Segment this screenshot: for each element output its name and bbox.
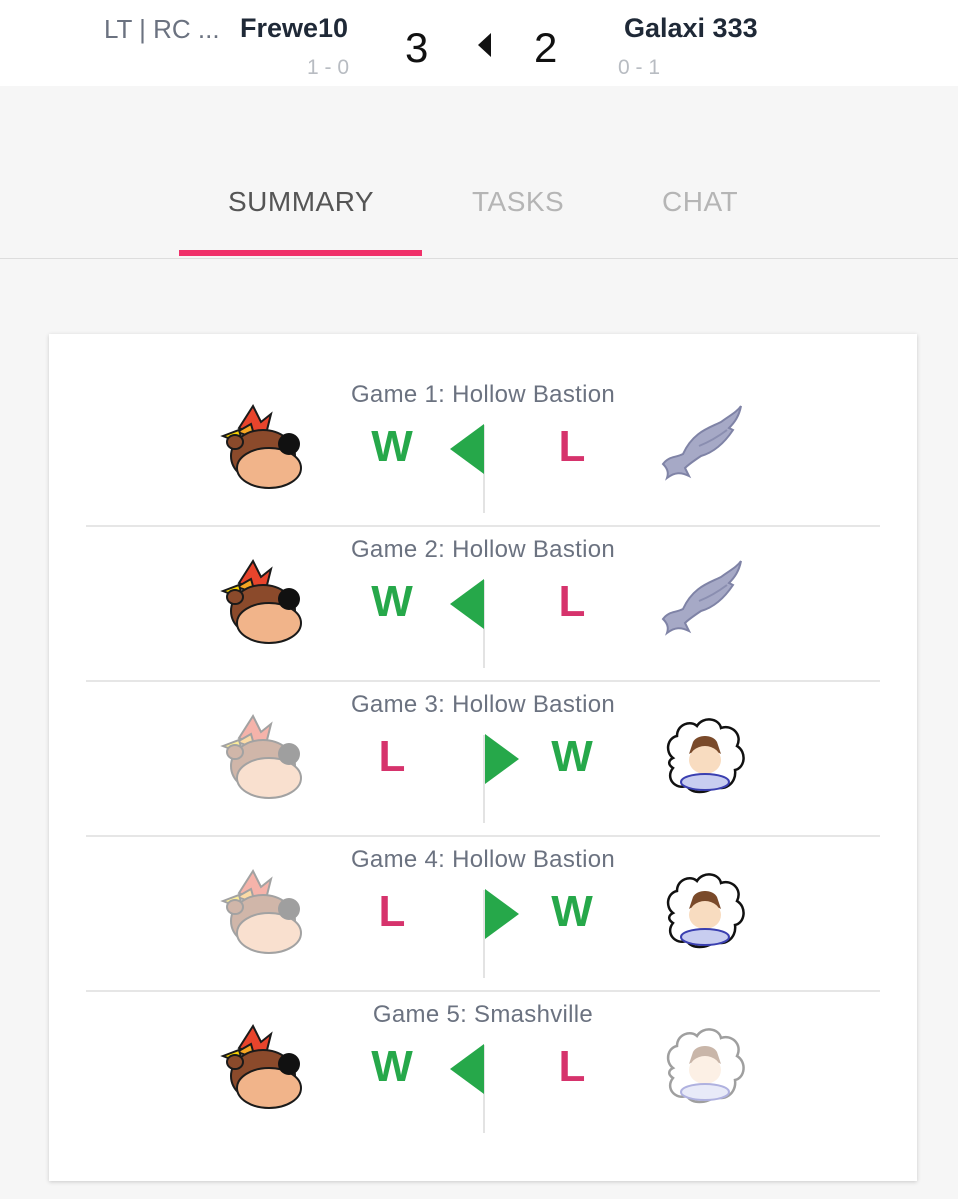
player1-score: 3	[405, 24, 429, 71]
game-summary-card: Game 1: Hollow Bastion W L Game 2: Hollow …	[49, 334, 917, 1181]
player2-record: 0 - 1	[618, 56, 661, 79]
player1-result: W	[371, 1042, 413, 1091]
banjo-kazooie-icon	[217, 1022, 309, 1114]
player1-team-tag: LT | RC ...	[104, 14, 220, 44]
game-row: Game 4: Hollow Bastion L W	[49, 799, 917, 992]
game-row: Game 2: Hollow Bastion W L	[49, 489, 917, 682]
player1-result: W	[371, 422, 413, 471]
game-row: Game 5: Smashville W L	[49, 954, 917, 1133]
game-title: Game 3: Hollow Bastion	[350, 691, 616, 718]
tab-chat[interactable]: CHAT	[662, 186, 738, 218]
player2-result: W	[551, 732, 593, 781]
ridley-icon	[659, 402, 751, 494]
player1-record: 1 - 0	[307, 56, 350, 79]
tab-divider	[0, 258, 958, 259]
tab-bar: SUMMARY TASKS CHAT	[0, 86, 958, 259]
winner-arrow-right-icon	[485, 889, 519, 939]
player2-result: L	[558, 422, 586, 471]
player2-result: L	[558, 1042, 586, 1091]
player1-result: L	[378, 887, 406, 936]
player2-name: Galaxi 333	[624, 13, 758, 43]
player2-result: L	[558, 577, 586, 626]
tab-summary[interactable]: SUMMARY	[228, 186, 374, 218]
match-header: LT | RC ... Frewe10 1 - 0 3 2 Galaxi 333…	[0, 0, 958, 86]
player2-result: W	[551, 887, 593, 936]
ice-climbers-icon	[659, 1022, 751, 1114]
banjo-kazooie-icon	[217, 867, 309, 959]
game-title: Game 5: Smashville	[372, 1001, 594, 1028]
ice-climbers-icon	[659, 712, 751, 804]
banjo-kazooie-icon	[217, 402, 309, 494]
banjo-kazooie-icon	[217, 557, 309, 649]
game-title: Game 2: Hollow Bastion	[350, 536, 616, 563]
winner-arrow-right-icon	[485, 734, 519, 784]
game-row: Game 1: Hollow Bastion W L	[49, 334, 917, 527]
page-edge	[958, 0, 966, 1199]
active-tab-indicator	[179, 250, 422, 256]
game-row: Game 3: Hollow Bastion L W	[49, 644, 917, 837]
caret-left-icon	[478, 33, 491, 57]
winner-arrow-left-icon	[450, 424, 484, 474]
banjo-kazooie-icon	[217, 712, 309, 804]
player1-result: W	[371, 577, 413, 626]
winner-arrow-left-icon	[450, 1044, 484, 1094]
player1-name: Frewe10	[240, 13, 349, 43]
ice-climbers-icon	[659, 867, 751, 959]
tab-tasks[interactable]: TASKS	[472, 186, 564, 218]
player2-score: 2	[534, 24, 558, 71]
ridley-icon	[659, 557, 751, 649]
game-title: Game 1: Hollow Bastion	[350, 381, 616, 408]
game-title: Game 4: Hollow Bastion	[350, 846, 616, 873]
player1-result: L	[378, 732, 406, 781]
winner-arrow-left-icon	[450, 579, 484, 629]
